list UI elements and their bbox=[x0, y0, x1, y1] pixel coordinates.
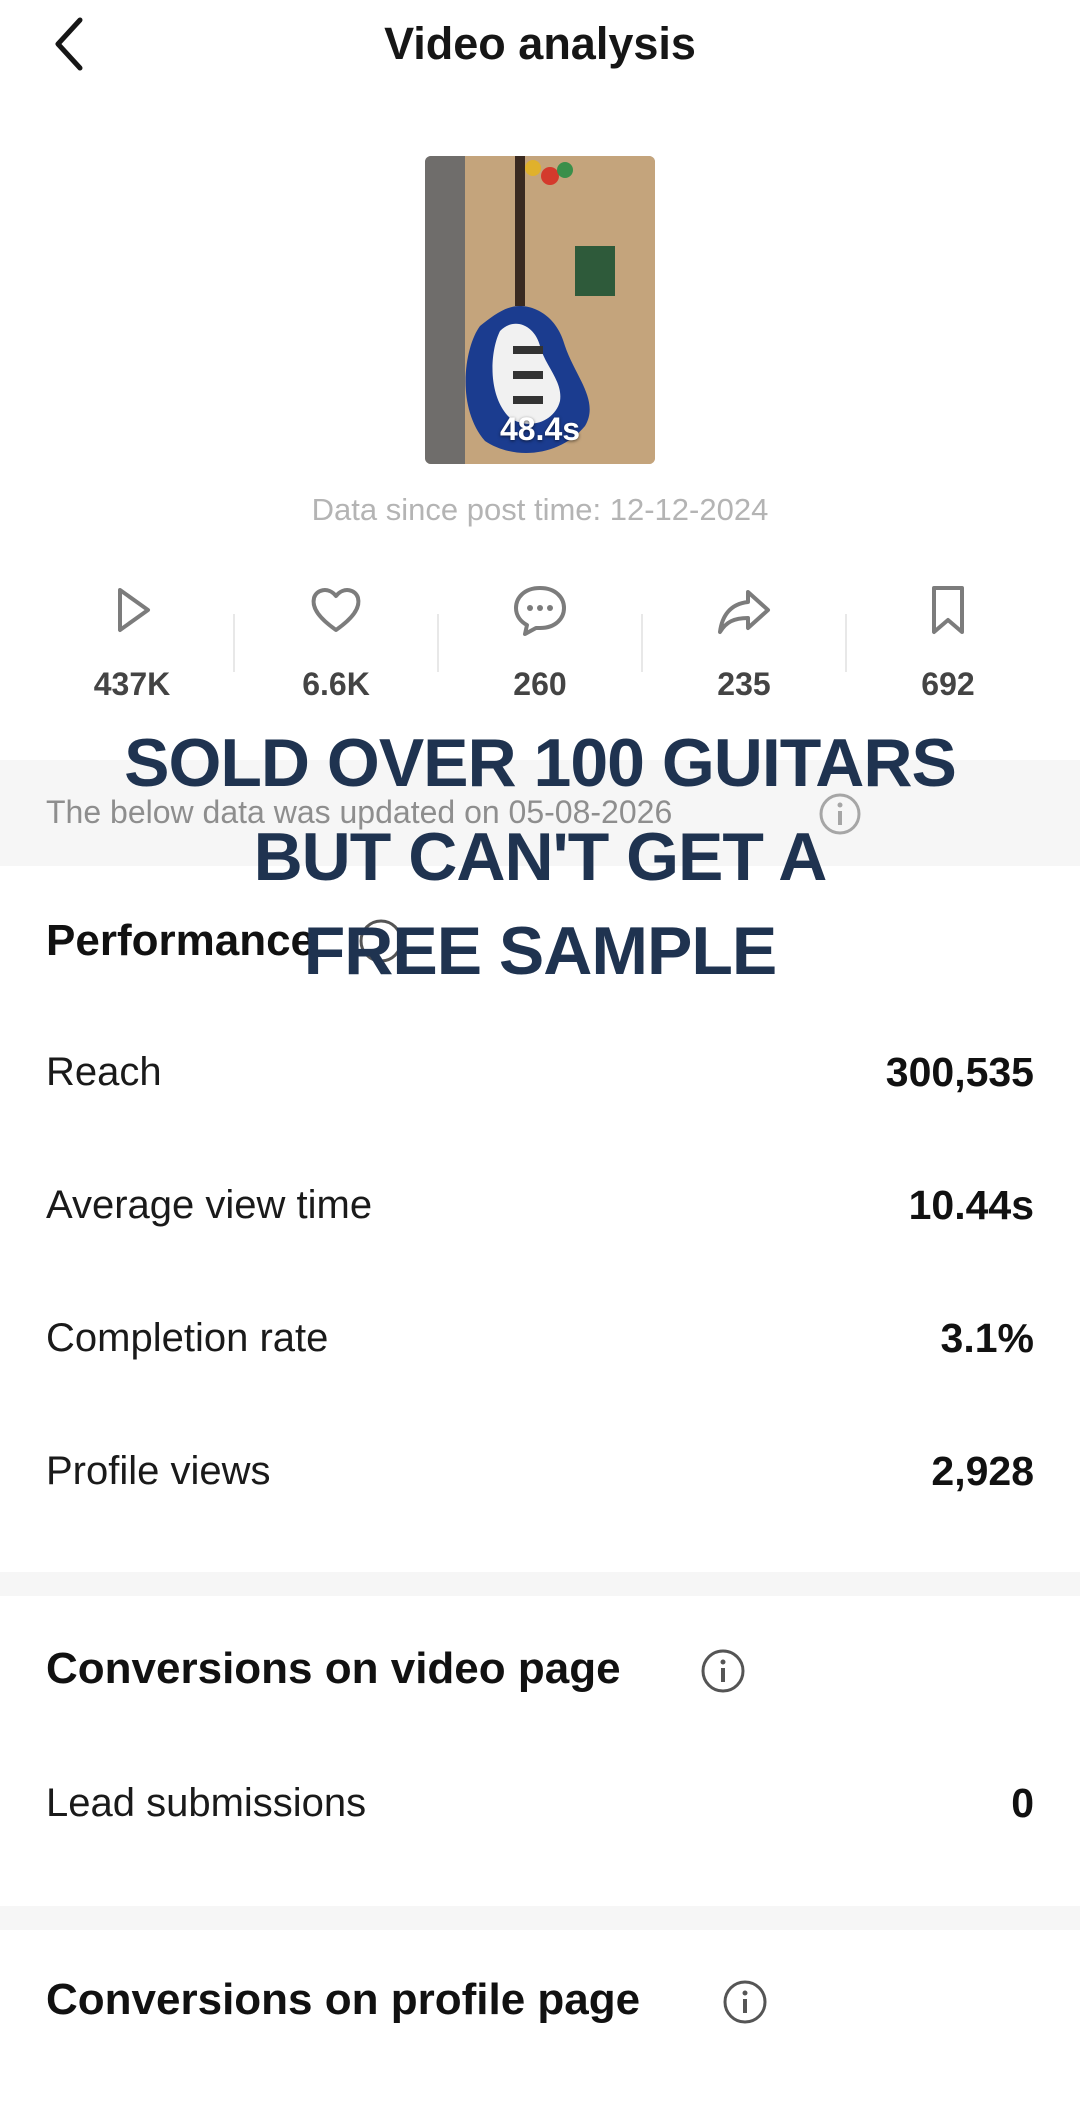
reach-label: Reach bbox=[46, 1050, 162, 1094]
completion-rate-label: Completion rate bbox=[46, 1316, 329, 1360]
lead-submissions-label: Lead submissions bbox=[46, 1781, 367, 1825]
conversions-profile-title: Conversions on profile page bbox=[46, 1975, 641, 2024]
heart-icon bbox=[311, 588, 361, 632]
share-icon bbox=[718, 590, 770, 634]
stats-row: 437K 6.6K 260 235 692 bbox=[0, 572, 1080, 712]
comment-icon bbox=[514, 586, 566, 636]
stat-saves: 692 bbox=[846, 572, 1050, 712]
bookmark-icon bbox=[932, 586, 964, 634]
lead-submissions-value: 0 bbox=[1011, 1780, 1034, 1826]
play-icon bbox=[118, 588, 150, 632]
info-icon[interactable] bbox=[722, 1979, 768, 2025]
video-thumbnail[interactable]: 48.4s bbox=[425, 156, 655, 464]
profile-views-value: 2,928 bbox=[931, 1448, 1034, 1494]
conversions-video-title: Conversions on video page bbox=[46, 1644, 621, 1693]
section-divider bbox=[0, 1906, 1080, 1930]
section-divider bbox=[0, 1572, 1080, 1596]
stat-likes: 6.6K bbox=[234, 572, 438, 712]
avg-view-time-value: 10.44s bbox=[908, 1182, 1034, 1228]
stat-shares: 235 bbox=[642, 572, 846, 712]
completion-rate-value: 3.1% bbox=[940, 1315, 1034, 1361]
reach-value: 300,535 bbox=[885, 1049, 1034, 1095]
stat-views: 437K bbox=[30, 572, 234, 712]
header: Video analysis bbox=[0, 0, 1080, 90]
video-duration: 48.4s bbox=[499, 411, 581, 447]
info-icon[interactable] bbox=[700, 1648, 746, 1694]
avg-view-time-label: Average view time bbox=[46, 1183, 373, 1227]
page-title: Video analysis bbox=[384, 18, 696, 69]
performance-title: Performance bbox=[46, 916, 316, 965]
info-icon[interactable] bbox=[358, 918, 404, 964]
update-note: The below data was updated on 05-08-2026 bbox=[46, 794, 673, 830]
info-icon[interactable] bbox=[818, 792, 862, 836]
profile-views-label: Profile views bbox=[46, 1449, 271, 1493]
stat-comments: 260 bbox=[438, 572, 642, 712]
update-note-bar: The below data was updated on 05-08-2026 bbox=[0, 760, 1080, 866]
data-since-label: Data since post time: 12-12-2024 bbox=[311, 492, 769, 527]
